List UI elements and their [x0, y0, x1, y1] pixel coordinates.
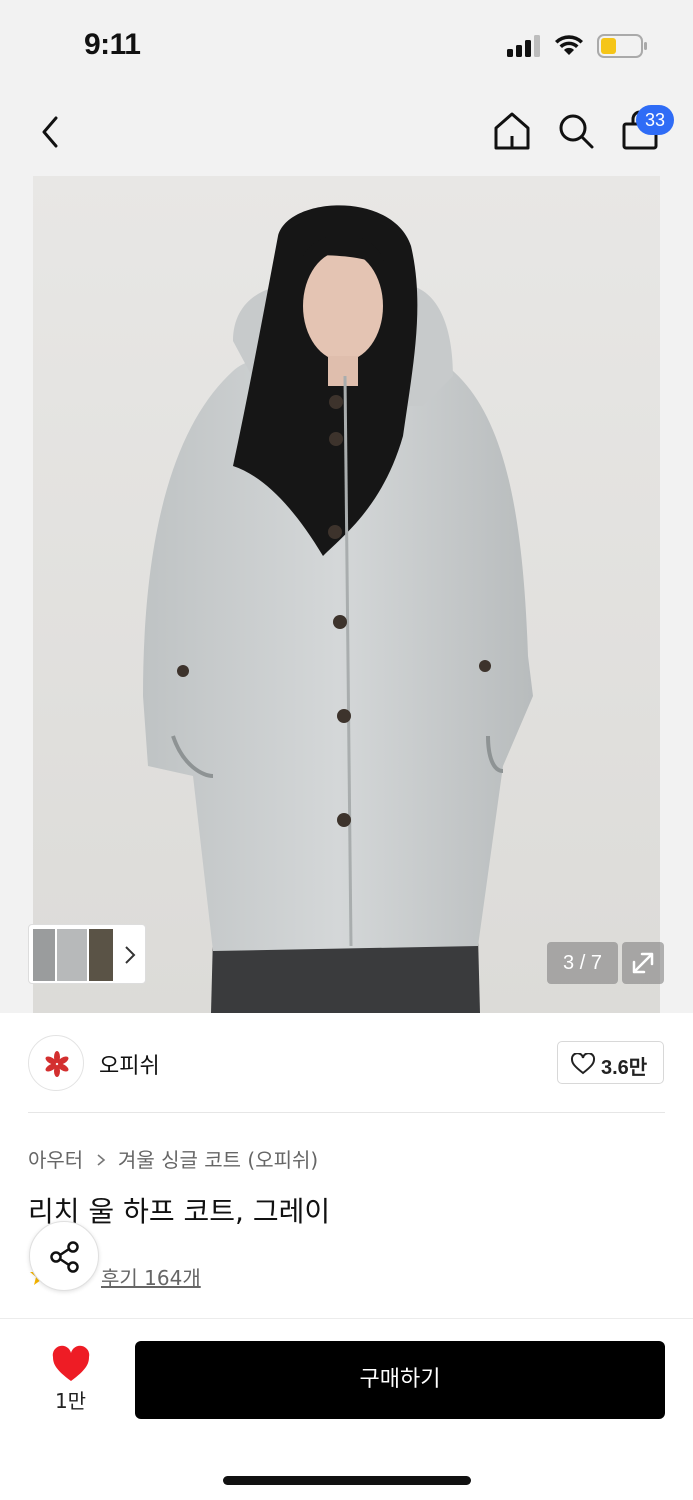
product-photo-illustration	[33, 176, 660, 1013]
expand-button[interactable]	[622, 942, 664, 984]
status-time: 9:11	[84, 28, 141, 61]
back-chevron-icon[interactable]	[34, 112, 66, 152]
heart-filled-icon[interactable]	[50, 1345, 92, 1385]
wifi-icon	[555, 35, 583, 55]
share-icon	[50, 1241, 79, 1273]
heart-outline-icon	[570, 1053, 596, 1075]
chevron-right-icon[interactable]	[123, 945, 137, 965]
breadcrumb: 아우터 겨울 싱글 코트 (오피쉬)	[28, 1144, 318, 1173]
product-photo[interactable]	[33, 176, 660, 1013]
buy-button[interactable]: 구매하기	[135, 1341, 665, 1419]
expand-icon	[632, 952, 654, 974]
brand-like-count: 3.6만	[601, 1057, 648, 1079]
wish-count: 1만	[54, 1389, 87, 1413]
divider	[28, 1112, 665, 1113]
battery-icon	[597, 34, 647, 58]
thumbnail-3[interactable]	[89, 929, 113, 981]
signal-icon	[507, 35, 540, 57]
brand-name[interactable]: 오피쉬	[99, 1048, 160, 1080]
thumbnail-1[interactable]	[33, 929, 55, 981]
bottom-action-bar: 1만 구매하기	[0, 1318, 693, 1500]
image-counter: 3 / 7	[547, 942, 618, 984]
top-nav-bar	[0, 90, 693, 176]
home-icon[interactable]	[492, 110, 532, 152]
breadcrumb-item-category[interactable]: 아우터	[28, 1148, 83, 1172]
thumbnail-strip[interactable]	[28, 924, 146, 984]
search-icon[interactable]	[556, 110, 596, 152]
brand-like-button[interactable]: 3.6만	[557, 1041, 664, 1084]
breadcrumb-item-collection[interactable]: 겨울 싱글 코트 (오피쉬)	[118, 1148, 318, 1172]
home-indicator	[223, 1476, 471, 1485]
cart-count-badge: 33	[636, 105, 674, 135]
brand-logo[interactable]	[28, 1035, 84, 1091]
review-link[interactable]: 후기 164개	[101, 1262, 201, 1291]
chevron-right-icon	[97, 1154, 105, 1166]
share-button[interactable]	[29, 1221, 99, 1291]
brand-flower-icon	[45, 1051, 69, 1077]
product-gallery[interactable]	[0, 176, 693, 1013]
brand-row: 오피쉬 3.6만	[0, 1013, 693, 1113]
thumbnail-2[interactable]	[57, 929, 87, 981]
status-bar: 9:11	[0, 0, 693, 90]
